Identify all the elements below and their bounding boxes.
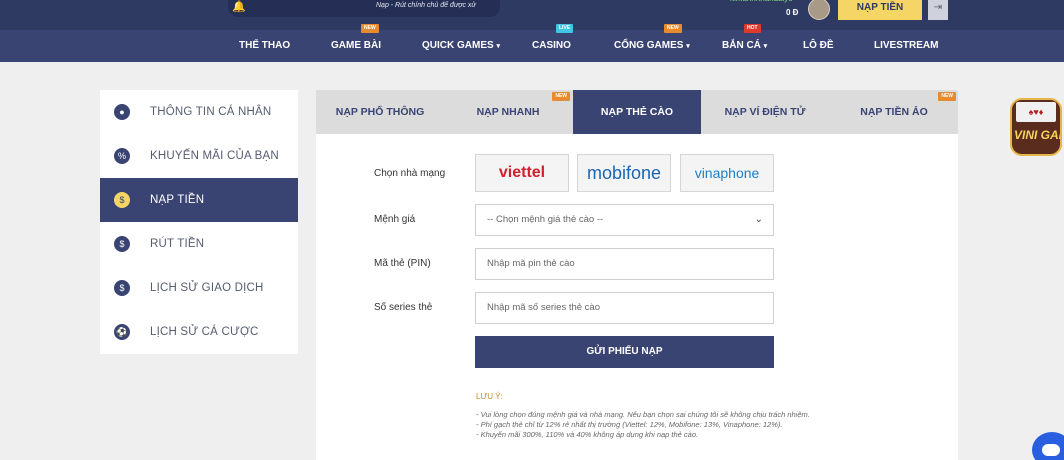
denomination-select[interactable]: -- Chọn mệnh giá thẻ cào -- ⌄ — [475, 204, 774, 236]
pin-label: Mã thẻ (PIN) — [374, 258, 431, 269]
deposit-tabs: NẠP PHỔ THÔNG NẠP NHANH NEW NẠP THẺ CÀO N… — [316, 90, 958, 134]
chevron-down-icon: ⌄ — [754, 214, 763, 225]
history-icon: $ — [114, 280, 130, 296]
vini-game-badge[interactable]: ♠♥♦ VINI GAME — [1010, 98, 1062, 156]
announcement-text: Nạp - Rút chính chủ để được xử — [376, 2, 476, 9]
user-icon: ● — [114, 104, 130, 120]
provider-viettel[interactable]: viettel — [475, 154, 569, 192]
username: kimanhnhandaiyo — [730, 0, 793, 3]
logout-icon[interactable]: ⇥ — [928, 0, 948, 20]
sidebar-item-label: THÔNG TIN CÁ NHÂN — [150, 106, 272, 118]
nav-item-game-bai[interactable]: NEW GAME BÀI — [331, 24, 381, 62]
nav-item-lo-de[interactable]: LÔ ĐỀ — [803, 30, 834, 62]
note-line: - Khuyến mãi 300%, 110% và 40% không áp … — [476, 430, 699, 439]
top-bar: 🔔 Nạp - Rút chính chủ để được xử kimanhn… — [0, 0, 1064, 30]
topup-button[interactable]: NẠP TIỀN — [838, 0, 922, 20]
chat-icon[interactable] — [1032, 432, 1064, 460]
tab-nap-vi-dien-tu[interactable]: NẠP VÍ ĐIỆN TỬ — [701, 90, 829, 134]
withdraw-icon: $ — [114, 236, 130, 252]
ball-icon: ⚽ — [114, 324, 130, 340]
denomination-label: Mệnh giá — [374, 214, 416, 225]
nav-item-casino[interactable]: LIVE CASINO — [532, 24, 574, 62]
live-badge: LIVE — [556, 24, 574, 33]
balance: 0 Đ — [786, 8, 799, 17]
submit-deposit-button[interactable]: GỬI PHIẾU NẠP — [475, 336, 774, 368]
chevron-down-icon: ▾ — [496, 43, 500, 50]
new-badge: NEW — [664, 24, 682, 33]
sidebar-item-label: KHUYẾN MÃI CỦA BẠN — [150, 150, 279, 162]
note-line: - Vui lòng chọn đúng mệnh giá và nhà mạn… — [476, 410, 810, 419]
sidebar-item-withdraw[interactable]: $ RÚT TIỀN — [100, 222, 298, 266]
notes-title: LƯU Ý: — [476, 392, 503, 401]
new-badge: NEW — [361, 24, 379, 33]
nav-item-the-thao[interactable]: THỂ THAO — [239, 30, 290, 62]
deposit-icon: $ — [114, 192, 130, 208]
account-sidebar: ● THÔNG TIN CÁ NHÂN % KHUYẾN MÃI CỦA BẠN… — [100, 90, 298, 354]
vinaphone-logo: vinaphone — [694, 165, 760, 181]
avatar[interactable] — [808, 0, 830, 20]
sidebar-item-transaction-history[interactable]: $ LỊCH SỬ GIAO DỊCH — [100, 266, 298, 310]
serial-label: Số series thẻ — [374, 302, 433, 313]
chevron-down-icon: ▾ — [763, 43, 768, 50]
sidebar-item-label: LỊCH SỬ GIAO DỊCH — [150, 282, 264, 294]
deposit-panel: NẠP PHỔ THÔNG NẠP NHANH NEW NẠP THẺ CÀO N… — [316, 90, 958, 460]
playing-cards-icon: ♠♥♦ — [1016, 102, 1056, 122]
viettel-logo: viettel — [498, 164, 546, 181]
sidebar-item-label: LỊCH SỬ CÁ CƯỢC — [150, 326, 259, 338]
sidebar-item-bet-history[interactable]: ⚽ LỊCH SỬ CÁ CƯỢC — [100, 310, 298, 354]
nav-item-cong-games[interactable]: NEW CỔNG GAMES ▾ — [614, 24, 690, 62]
tab-nap-the-cao[interactable]: NẠP THẺ CÀO — [573, 90, 701, 134]
pin-input[interactable]: Nhập mã pin thẻ cào — [475, 248, 774, 280]
tab-nap-pho-thong[interactable]: NẠP PHỔ THÔNG — [316, 90, 444, 134]
provider-vinaphone[interactable]: vinaphone — [680, 154, 774, 192]
sidebar-item-profile[interactable]: ● THÔNG TIN CÁ NHÂN — [100, 90, 298, 134]
bell-icon: 🔔 — [232, 1, 246, 13]
nav-item-quick-games[interactable]: QUICK GAMES ▾ — [422, 30, 500, 62]
nav-item-ban-ca[interactable]: HOT BẮN CÁ ▾ — [722, 24, 768, 62]
percent-icon: % — [114, 148, 130, 164]
provider-label: Chọn nhà mạng — [374, 168, 446, 179]
provider-mobifone[interactable]: mobifone — [577, 154, 671, 192]
sidebar-item-label: NẠP TIỀN — [150, 194, 205, 206]
mobifone-logo: mobifone — [586, 162, 662, 183]
new-badge: NEW — [938, 92, 956, 101]
hot-badge: HOT — [744, 24, 761, 33]
tab-nap-tien-ao[interactable]: NẠP TIỀN ẢO NEW — [830, 90, 958, 134]
note-line: - Phí gạch thẻ chỉ từ 12% rẻ nhất thị tr… — [476, 420, 783, 429]
tab-nap-nhanh[interactable]: NẠP NHANH NEW — [444, 90, 572, 134]
new-badge: NEW — [552, 92, 570, 101]
badge-text: VINI GAME — [1014, 128, 1060, 142]
chevron-down-icon: ▾ — [686, 43, 690, 50]
nav-item-livestream[interactable]: LIVESTREAM — [874, 30, 938, 62]
sidebar-item-label: RÚT TIỀN — [150, 238, 205, 250]
serial-input[interactable]: Nhập mã số series thẻ cào — [475, 292, 774, 324]
sidebar-item-deposit[interactable]: $ NẠP TIỀN — [100, 178, 298, 222]
announcement-marquee: 🔔 Nạp - Rút chính chủ để được xử — [228, 0, 500, 17]
sidebar-item-promotions[interactable]: % KHUYẾN MÃI CỦA BẠN — [100, 134, 298, 178]
main-nav: THỂ THAO NEW GAME BÀI QUICK GAMES ▾ LIVE C… — [0, 24, 1064, 62]
